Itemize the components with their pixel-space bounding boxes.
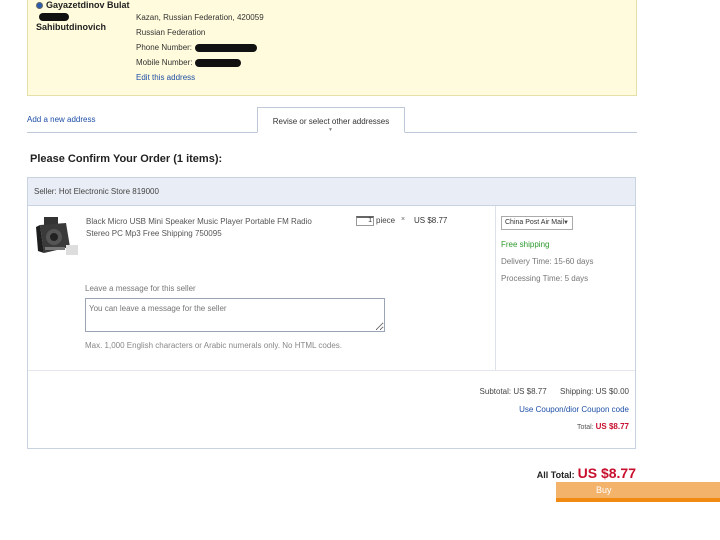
address-phone: Phone Number: <box>136 40 264 55</box>
product-thumbnail[interactable] <box>36 215 80 259</box>
redacted-mark <box>195 58 242 67</box>
shipping-address-box: Gayazetdinov Bulat Sahibutdinovich Kazan… <box>27 0 637 96</box>
quantity-input[interactable]: 1 <box>356 216 374 226</box>
processing-time: Processing Time: 5 days <box>501 274 589 283</box>
delivery-time: Delivery Time: 15-60 days <box>501 257 594 266</box>
redacted-mark <box>39 12 69 21</box>
message-label: Leave a message for this seller <box>85 284 196 293</box>
all-total: All Total: US $8.77 <box>536 465 636 481</box>
checkout-page: Gayazetdinov Bulat Sahibutdinovich Kazan… <box>0 0 720 540</box>
address-city: Kazan, Russian Federation, 420059 <box>136 13 264 22</box>
page-title: Please Confirm Your Order (1 items): <box>30 153 223 165</box>
address-radio[interactable] <box>36 2 43 10</box>
message-hint: Max. 1,000 English characters or Arabic … <box>85 341 342 350</box>
product-title-link[interactable]: Black Micro USB Mini Speaker Music Playe… <box>86 216 336 240</box>
coupon-code-link[interactable]: Use Coupon/dior Coupon code <box>519 405 629 414</box>
times-sign: × <box>401 216 406 223</box>
seller-bar: Seller: Hot Electronic Store 819000 <box>28 178 635 206</box>
add-new-address-link[interactable]: Add a new address <box>27 115 96 124</box>
order-box: Seller: Hot Electronic Store 819000 Blac… <box>27 177 636 449</box>
column-divider <box>495 206 496 370</box>
edit-address-link[interactable]: Edit this address <box>136 70 264 85</box>
tab-revise-addresses[interactable]: Revise or select other addresses ▼ <box>257 107 405 133</box>
shipping-method-select[interactable]: China Post Air Mail ▼ <box>501 216 573 230</box>
address-country: Russian Federation <box>136 28 206 37</box>
address-mobile: Mobile Number: <box>136 55 264 70</box>
recipient-name: Gayazetdinov Bulat Sahibutdinovich <box>36 0 130 32</box>
quantity-unit: piece <box>376 216 396 225</box>
chevron-down-icon: ▼ <box>563 220 569 226</box>
chevron-down-icon: ▼ <box>328 127 333 133</box>
unit-price: US $8.77 <box>414 216 448 225</box>
free-shipping-label: Free shipping <box>501 240 550 249</box>
place-order-button[interactable]: Buy <box>556 482 720 502</box>
subtotal-row: Subtotal: US $8.77 Shipping: US $0.00 <box>479 387 629 396</box>
order-total-row: Total: US $8.77 <box>576 422 629 431</box>
address-tabs: Add a new address Revise or select other… <box>27 107 637 133</box>
divider <box>28 370 635 371</box>
redacted-mark <box>195 43 258 52</box>
seller-message-input[interactable] <box>85 298 385 332</box>
address-lines: Kazan, Russian Federation, 420059 Russia… <box>136 10 264 85</box>
